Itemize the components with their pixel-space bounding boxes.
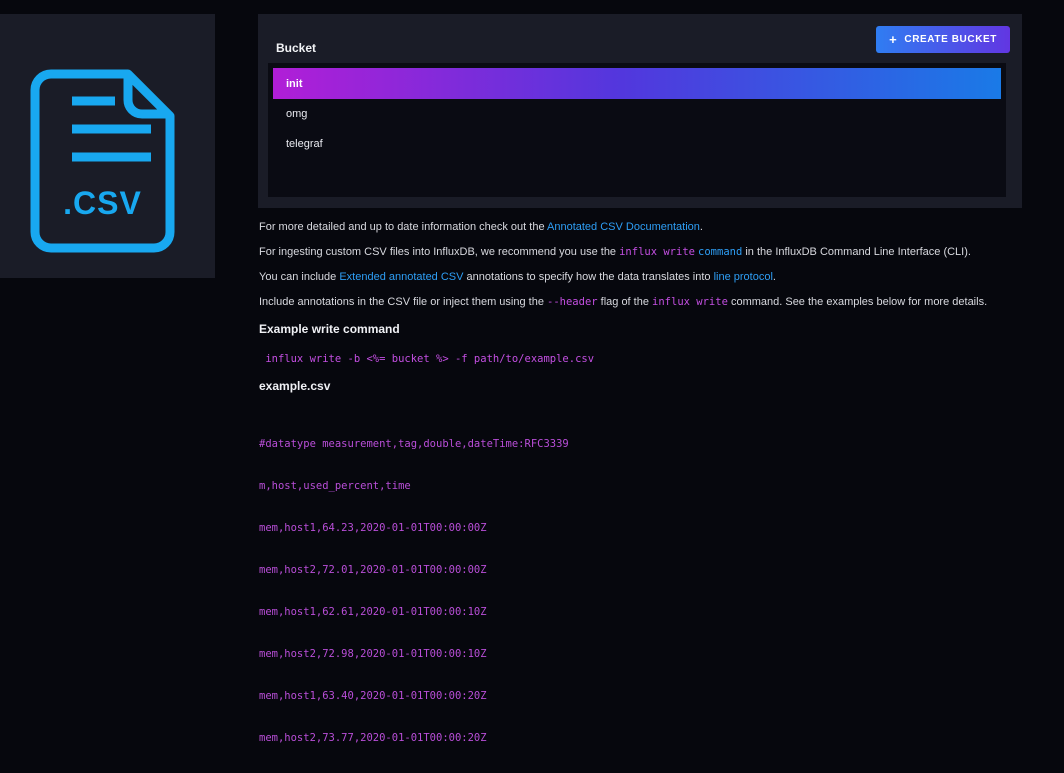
- csv-line: mem,host2,72.98,2020-01-01T00:00:10Z: [259, 647, 1049, 661]
- csv-line: mem,host2,73.77,2020-01-01T00:00:20Z: [259, 731, 1049, 745]
- extended-annotated-csv-link[interactable]: Extended annotated CSV: [339, 271, 463, 283]
- csv-file-card: .CSV: [0, 14, 215, 278]
- csv-file-icon: .CSV: [30, 69, 175, 254]
- info-paragraph-3: You can include Extended annotated CSV a…: [259, 271, 1049, 284]
- info-paragraph-1: For more detailed and up to date informa…: [259, 221, 1049, 234]
- paragraph-text: For ingesting custom CSV files into Infl…: [259, 246, 619, 258]
- influx-write-inline-code: influx write: [652, 296, 728, 308]
- bucket-row-init[interactable]: init: [273, 68, 1001, 99]
- csv-extension-label: .CSV: [30, 185, 175, 222]
- header-flag-inline-code: --header: [547, 296, 598, 308]
- bucket-name: omg: [286, 108, 307, 120]
- write-command-code: influx write -b <%= bucket %> -f path/to…: [259, 353, 1049, 366]
- bucket-list: init omg telegraf: [268, 63, 1006, 197]
- example-csv-code-block: #datatype measurement,tag,double,dateTim…: [259, 409, 1049, 773]
- influx-write-inline-code: influx write: [619, 246, 695, 258]
- paragraph-text: in the InfluxDB Command Line Interface (…: [742, 246, 971, 258]
- plus-icon: +: [889, 33, 897, 46]
- csv-line: mem,host1,62.61,2020-01-01T00:00:10Z: [259, 605, 1049, 619]
- csv-line: mem,host1,63.40,2020-01-01T00:00:20Z: [259, 689, 1049, 703]
- bucket-name: init: [286, 78, 303, 90]
- line-protocol-link[interactable]: line protocol: [714, 271, 773, 283]
- command-link[interactable]: command: [698, 246, 742, 258]
- paragraph-text: annotations to specify how the data tran…: [463, 271, 713, 283]
- csv-line: mem,host1,64.23,2020-01-01T00:00:00Z: [259, 521, 1049, 535]
- bucket-panel: Bucket + CREATE BUCKET init omg telegraf: [258, 14, 1022, 208]
- csv-line: #datatype measurement,tag,double,dateTim…: [259, 437, 1049, 451]
- bucket-row-telegraf[interactable]: telegraf: [273, 129, 1001, 159]
- annotated-csv-documentation-link[interactable]: Annotated CSV Documentation: [547, 221, 700, 233]
- bucket-row-omg[interactable]: omg: [273, 99, 1001, 129]
- docs-content: For more detailed and up to date informa…: [259, 221, 1049, 773]
- paragraph-text: For more detailed and up to date informa…: [259, 221, 547, 233]
- paragraph-text: You can include: [259, 271, 339, 283]
- example-csv-heading: example.csv: [259, 380, 1049, 393]
- paragraph-text: flag of the: [598, 296, 652, 308]
- create-bucket-label: CREATE BUCKET: [904, 34, 997, 45]
- info-paragraph-4: Include annotations in the CSV file or i…: [259, 296, 1049, 309]
- bucket-panel-title: Bucket: [276, 41, 316, 55]
- csv-line: mem,host2,72.01,2020-01-01T00:00:00Z: [259, 563, 1049, 577]
- create-bucket-button[interactable]: + CREATE BUCKET: [876, 26, 1010, 53]
- paragraph-text: .: [773, 271, 776, 283]
- info-paragraph-2: For ingesting custom CSV files into Infl…: [259, 246, 1049, 259]
- paragraph-text: command. See the examples below for more…: [728, 296, 987, 308]
- paragraph-text: Include annotations in the CSV file or i…: [259, 296, 547, 308]
- csv-line: m,host,used_percent,time: [259, 479, 1049, 493]
- example-write-command-heading: Example write command: [259, 323, 1049, 336]
- paragraph-text: .: [700, 221, 703, 233]
- bucket-name: telegraf: [286, 138, 323, 150]
